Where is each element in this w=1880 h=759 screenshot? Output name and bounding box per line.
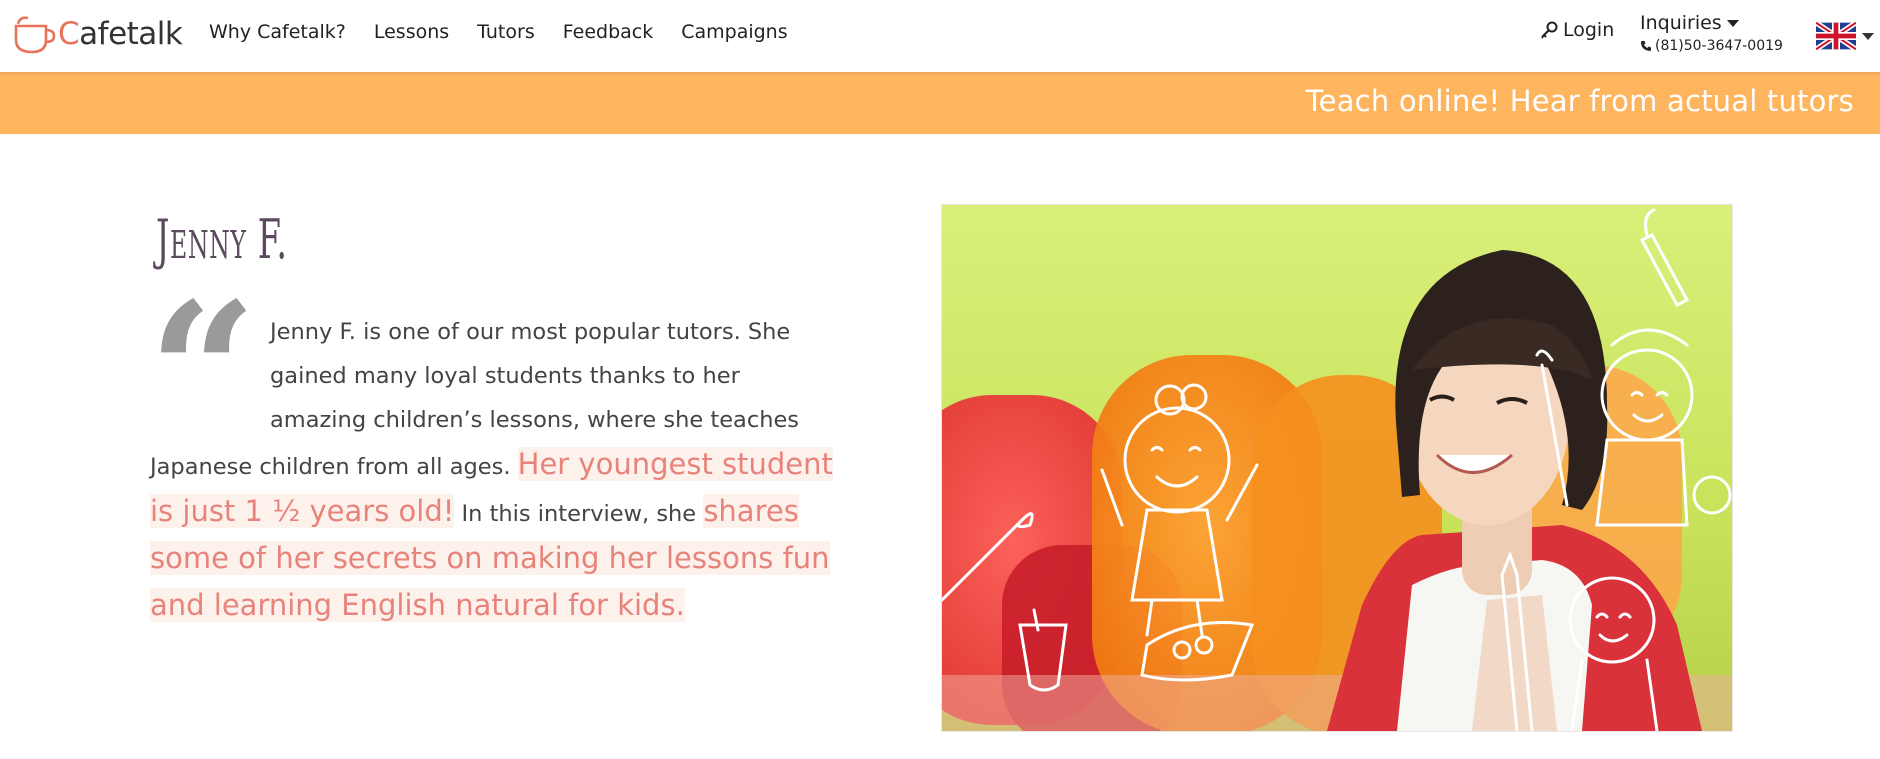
logo-wordmark: Cafetalk <box>58 16 183 52</box>
nav-why-cafetalk[interactable]: Why Cafetalk? <box>209 18 346 46</box>
site-header: Cafetalk Why Cafetalk? Lessons Tutors Fe… <box>0 0 1880 72</box>
cafetalk-logo[interactable]: Cafetalk <box>12 12 183 56</box>
nav-tutors[interactable]: Tutors <box>477 18 535 46</box>
phone-number: (81)50-3647-0019 <box>1655 38 1783 54</box>
tutor-photo <box>941 204 1733 732</box>
tutor-photo-illustration <box>942 205 1732 731</box>
nav-feedback[interactable]: Feedback <box>563 18 653 46</box>
phone-icon <box>1641 41 1651 51</box>
language-selector[interactable] <box>1816 22 1874 50</box>
login-label: Login <box>1563 19 1615 41</box>
chevron-down-icon <box>1862 32 1874 40</box>
nav-lessons[interactable]: Lessons <box>374 18 449 46</box>
key-icon <box>1541 21 1558 39</box>
nav-campaigns[interactable]: Campaigns <box>681 18 787 46</box>
main-nav: Why Cafetalk? Lessons Tutors Feedback Ca… <box>209 18 816 46</box>
banner-title: Teach online! Hear from actual tutors <box>1305 84 1854 118</box>
inquiries-dropdown[interactable]: Inquiries (81)50-3647-0019 <box>1640 12 1783 54</box>
uk-flag-icon <box>1816 22 1856 50</box>
cup-logo-icon <box>14 16 56 54</box>
page-banner: Teach online! Hear from actual tutors <box>0 72 1880 134</box>
chevron-down-icon <box>1726 19 1739 27</box>
login-button[interactable]: Login <box>1539 19 1614 41</box>
article-intro: Jenny F. is one of our most popular tuto… <box>150 310 836 630</box>
intro-text-part2: In this interview, she <box>454 501 704 527</box>
inquiries-label: Inquiries <box>1640 12 1722 34</box>
